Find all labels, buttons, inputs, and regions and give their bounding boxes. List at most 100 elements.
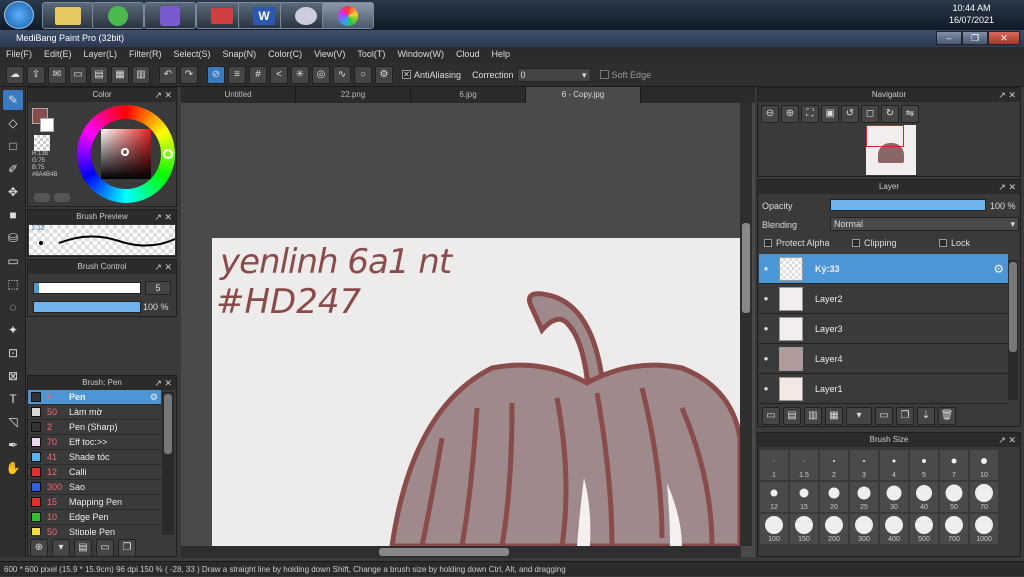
brush-item[interactable]: 300 Sao <box>28 480 161 495</box>
visibility-icon[interactable]: ● <box>759 264 773 273</box>
add-layer-menu-icon[interactable]: ▾ <box>846 407 872 425</box>
start-button[interactable] <box>4 1 34 29</box>
panel-close-icon[interactable]: ↗ ✕ <box>154 260 172 274</box>
panel-close-icon[interactable]: ↗ ✕ <box>998 88 1016 102</box>
folder-icon[interactable]: ▭ <box>875 407 893 425</box>
text-tool-icon[interactable]: T <box>3 389 23 409</box>
brush-size-button[interactable]: 200 <box>820 514 848 544</box>
eyedropper-icon[interactable]: ✒ <box>3 435 23 455</box>
antialias-checkbox[interactable]: ✕ <box>402 70 411 79</box>
rotate-left-icon[interactable]: ↺ <box>841 105 859 123</box>
panel-close-icon[interactable]: ↗ ✕ <box>154 376 172 390</box>
tab-22-png[interactable]: 22.png <box>296 87 411 103</box>
menu-snap[interactable]: Snap(N) <box>217 47 263 63</box>
reset-icon[interactable]: ◻ <box>861 105 879 123</box>
tab-6-jpg[interactable]: 6.jpg <box>411 87 526 103</box>
select-eraser-icon[interactable]: ⊠ <box>3 366 23 386</box>
brush-size-button[interactable]: 40 <box>910 482 938 512</box>
drawing-canvas[interactable]: yenlinh 6a1 nt #HD247 <box>212 238 740 546</box>
minimize-button[interactable]: – <box>936 31 962 45</box>
clock[interactable]: 10:44 AM 16/07/2021 <box>949 2 994 26</box>
menu-view[interactable]: View(V) <box>308 47 351 63</box>
move-tool-icon[interactable]: ✥ <box>3 182 23 202</box>
rectangle-tool-icon[interactable]: □ <box>3 136 23 156</box>
transparent-swatch[interactable] <box>34 135 50 151</box>
menu-window[interactable]: Window(W) <box>391 47 450 63</box>
brush-copy-icon[interactable]: ▤ <box>74 539 92 557</box>
gear-icon[interactable]: ⚙ <box>993 262 1004 276</box>
brush-size-button[interactable]: 12 <box>760 482 788 512</box>
brush-list-scrollbar[interactable] <box>162 392 174 535</box>
color-mode-button[interactable] <box>34 193 50 202</box>
panel-close-icon[interactable]: ↗ ✕ <box>154 88 172 102</box>
brush-size-button[interactable]: 1.5 <box>790 450 818 480</box>
brush-size-button[interactable]: 5 <box>910 450 938 480</box>
panel-close-icon[interactable]: ↗ ✕ <box>154 210 172 224</box>
menu-cloud[interactable]: Cloud <box>450 47 486 63</box>
brush-item-pen[interactable]: 5 Pen ⚙ <box>28 390 161 405</box>
delete-layer-icon[interactable]: 🗑 <box>938 407 956 425</box>
layer-row[interactable]: ● Layer1 <box>759 374 1008 404</box>
menu-filter[interactable]: Filter(R) <box>123 47 168 63</box>
panel-close-icon[interactable]: ↗ ✕ <box>998 180 1016 194</box>
brush-item[interactable]: 50 Stipple Pen <box>28 525 161 535</box>
new-8bit-layer-icon[interactable]: ▥ <box>804 407 822 425</box>
brush-size-button[interactable]: 25 <box>850 482 878 512</box>
gradient-tool-icon[interactable]: ▭ <box>3 251 23 271</box>
brush-size-button[interactable]: 7 <box>940 450 968 480</box>
parallel-snap-icon[interactable]: ≡ <box>228 65 246 84</box>
brush-size-button[interactable]: 70 <box>970 482 998 512</box>
lock-option[interactable]: Lock <box>939 238 970 248</box>
fit-icon[interactable]: ⛶ <box>801 105 819 123</box>
new-1bit-layer-icon[interactable]: ▦ <box>825 407 843 425</box>
brush-size-button[interactable]: 100 <box>760 514 788 544</box>
navigator-viewport[interactable] <box>866 125 904 147</box>
layout-icon[interactable]: ▥ <box>132 65 150 84</box>
select-pen-icon[interactable]: ⊡ <box>3 343 23 363</box>
comment-icon[interactable]: ▭ <box>69 65 87 84</box>
color-picker-cursor[interactable] <box>121 148 129 156</box>
new-halftone-layer-icon[interactable]: ▤ <box>783 407 801 425</box>
crisscross-snap-icon[interactable]: # <box>249 65 267 84</box>
panel-close-icon[interactable]: ↗ ✕ <box>998 433 1016 447</box>
layer-row[interactable]: ● Layer2 <box>759 284 1008 314</box>
select-tool-icon[interactable]: ⬚ <box>3 274 23 294</box>
brush-item[interactable]: 2 Pen (Sharp) <box>28 420 161 435</box>
settings-snap-icon[interactable]: ⚙ <box>375 65 393 84</box>
brush-opacity-slider[interactable] <box>33 301 141 313</box>
actual-size-icon[interactable]: ▣ <box>821 105 839 123</box>
menu-edit[interactable]: Edit(E) <box>38 47 78 63</box>
hue-wheel[interactable] <box>77 105 175 203</box>
layer-row[interactable]: ● Ký:33 ⚙ <box>759 254 1008 284</box>
visibility-icon[interactable]: ● <box>759 384 773 393</box>
tab-6-copy-jpg[interactable]: 6 - Copy.jpg <box>526 87 641 103</box>
visibility-icon[interactable]: ● <box>759 354 773 363</box>
snap-off-icon[interactable]: ⊘ <box>207 65 225 84</box>
magic-wand-icon[interactable]: ✦ <box>3 320 23 340</box>
correction-select[interactable]: 0 ▾ <box>516 67 591 82</box>
brush-size-button[interactable]: 1 <box>760 450 788 480</box>
brush-size-button[interactable]: 15 <box>790 482 818 512</box>
brush-size-button[interactable]: 10 <box>970 450 998 480</box>
circle-snap-icon[interactable]: ○ <box>354 65 372 84</box>
zoom-out-icon[interactable]: ⊖ <box>761 105 779 123</box>
brush-item[interactable]: 10 Edge Pen <box>28 510 161 525</box>
brush-size-button[interactable]: 1000 <box>970 514 998 544</box>
radial-snap-icon[interactable]: ✳ <box>291 65 309 84</box>
menu-color[interactable]: Color(C) <box>262 47 308 63</box>
brush-item[interactable]: 12 Calli <box>28 465 161 480</box>
flip-icon[interactable]: ⇋ <box>901 105 919 123</box>
duplicate-layer-icon[interactable]: ❐ <box>896 407 914 425</box>
eraser-tool-icon[interactable]: ◇ <box>3 113 23 133</box>
concentric-snap-icon[interactable]: ◎ <box>312 65 330 84</box>
brush-size-button[interactable]: 500 <box>910 514 938 544</box>
vanishing-snap-icon[interactable]: < <box>270 65 288 84</box>
layer-row[interactable]: ● Layer3 <box>759 314 1008 344</box>
menu-tool[interactable]: Tool(T) <box>351 47 391 63</box>
menu-help[interactable]: Help <box>485 47 516 63</box>
brush-size-slider[interactable] <box>33 282 141 294</box>
brush-size-button[interactable]: 50 <box>940 482 968 512</box>
menu-select[interactable]: Select(S) <box>168 47 217 63</box>
brush-size-button[interactable]: 700 <box>940 514 968 544</box>
close-button[interactable]: ✕ <box>988 31 1020 45</box>
